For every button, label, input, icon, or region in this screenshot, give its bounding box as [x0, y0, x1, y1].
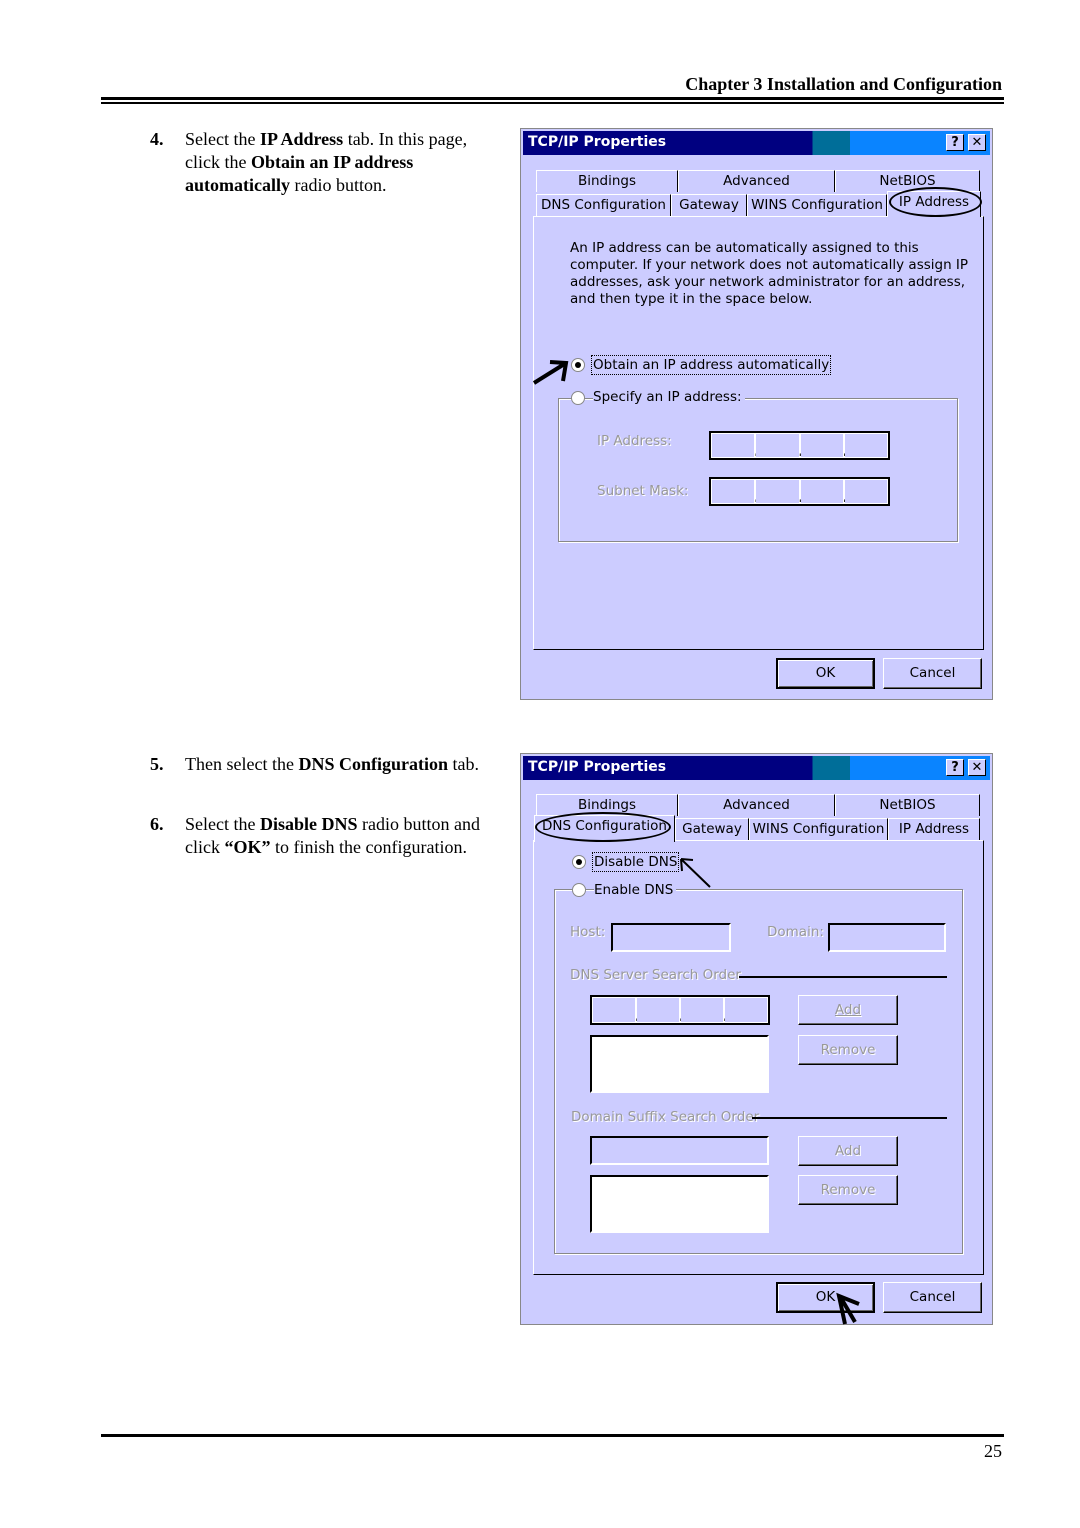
tab-bindings[interactable]: Bindings: [536, 170, 678, 192]
tcpip-dialog-ip: TCP/IP Properties ? ✕ Bindings Advanced …: [520, 128, 993, 700]
title-bar[interactable]: TCP/IP Properties ? ✕: [523, 131, 990, 155]
tab-gateway[interactable]: Gateway: [675, 818, 749, 840]
step-text: radio button.: [290, 175, 387, 195]
dns-add-button[interactable]: Add: [798, 995, 898, 1025]
dialog-title: TCP/IP Properties: [528, 759, 667, 775]
footer-rule: [101, 1434, 1004, 1437]
ip-address-input[interactable]: [709, 431, 890, 460]
domain-suffix-list[interactable]: [590, 1175, 769, 1233]
radio-obtain-ip-label[interactable]: Obtain an IP address automatically: [590, 355, 832, 375]
domain-input[interactable]: [828, 923, 946, 952]
help-icon[interactable]: ?: [946, 134, 964, 151]
suffix-add-button[interactable]: Add: [798, 1136, 898, 1166]
divider: [739, 976, 947, 978]
highlight-circle: [535, 812, 671, 842]
title-bar[interactable]: TCP/IP Properties ? ✕: [523, 756, 990, 780]
subnet-mask-label: Subnet Mask:: [597, 483, 689, 499]
header-rule-thin: [101, 102, 1004, 104]
radio-specify-ip[interactable]: [571, 391, 585, 405]
page-number: 25: [984, 1441, 1002, 1461]
step-text: to finish the configuration.: [270, 837, 467, 857]
step-4: 4. Select the IP Address tab. In this pa…: [150, 128, 495, 197]
arrow-annotation-icon: [680, 858, 711, 888]
cancel-button[interactable]: Cancel: [883, 1282, 982, 1313]
host-label: Host:: [570, 924, 606, 940]
tab-netbios[interactable]: NetBIOS: [835, 794, 980, 816]
step-emphasis: DNS Configuration: [298, 754, 448, 774]
cancel-button[interactable]: Cancel: [883, 658, 982, 689]
tab-dns-configuration[interactable]: DNS Configuration: [536, 194, 671, 216]
step-text: Select the: [185, 814, 260, 834]
radio-enable-dns[interactable]: [572, 883, 586, 897]
tab-panel: An IP address can be automatically assig…: [532, 216, 984, 650]
step-number: 4.: [150, 129, 164, 149]
tab-wins-configuration[interactable]: WINS Configuration: [747, 194, 887, 216]
tcpip-dialog-dns: TCP/IP Properties ? ✕ Bindings Advanced …: [520, 753, 993, 1325]
tab-panel: Disable DNS Host: Domain: DNS Server Sea…: [533, 840, 984, 1275]
specify-ip-group: IP Address: Subnet Mask:: [558, 398, 958, 542]
radio-obtain-ip[interactable]: [571, 358, 585, 372]
step-emphasis: IP Address: [259, 129, 344, 149]
add-label: Add: [834, 1002, 862, 1018]
close-icon[interactable]: ✕: [968, 759, 986, 776]
tab-advanced[interactable]: Advanced: [678, 794, 835, 816]
step-6: 6. Select the Disable DNS radio button a…: [150, 813, 495, 859]
close-icon[interactable]: ✕: [968, 134, 986, 151]
radio-specify-ip-label[interactable]: Specify an IP address:: [593, 389, 745, 405]
arrow-annotation-icon: [532, 360, 569, 385]
dialog-title: TCP/IP Properties: [528, 134, 667, 150]
subnet-mask-input[interactable]: [709, 477, 890, 506]
ip-address-label: IP Address:: [597, 433, 672, 449]
radio-disable-dns[interactable]: [572, 855, 586, 869]
step-number: 6.: [150, 814, 164, 834]
divider: [752, 1117, 947, 1119]
domain-suffix-input[interactable]: [590, 1136, 769, 1165]
tab-wins-configuration[interactable]: WINS Configuration: [749, 818, 888, 840]
radio-enable-dns-label[interactable]: Enable DNS: [594, 882, 677, 898]
radio-disable-dns-label[interactable]: Disable DNS: [591, 852, 680, 872]
step-text: Then select the: [185, 754, 299, 774]
domain-suffix-order-label: Domain Suffix Search Order: [571, 1109, 760, 1125]
tab-advanced[interactable]: Advanced: [678, 170, 835, 192]
step-number: 5.: [150, 754, 164, 774]
host-input[interactable]: [611, 923, 731, 952]
description-text: An IP address can be automatically assig…: [570, 240, 969, 307]
help-icon[interactable]: ?: [946, 759, 964, 776]
tab-gateway[interactable]: Gateway: [671, 194, 747, 216]
tab-ip-address[interactable]: IP Address: [888, 818, 980, 840]
ok-button[interactable]: OK: [776, 658, 875, 689]
step-5: 5. Then select the DNS Configuration tab…: [150, 753, 495, 776]
enable-dns-group: Host: Domain: DNS Server Search Order Ad…: [554, 889, 963, 1254]
domain-label: Domain:: [767, 924, 824, 940]
header-rule: [101, 97, 1004, 100]
chapter-title: Chapter 3 Installation and Configuration: [685, 74, 1002, 94]
step-text: Select the: [185, 129, 260, 149]
dns-server-order-label: DNS Server Search Order: [570, 967, 741, 983]
suffix-remove-button[interactable]: Remove: [798, 1175, 898, 1205]
dns-remove-button[interactable]: Remove: [798, 1035, 898, 1065]
dns-server-input[interactable]: [590, 995, 770, 1025]
step-emphasis: Disable DNS: [259, 814, 358, 834]
step-text: tab.: [447, 754, 479, 774]
dns-server-list[interactable]: [590, 1035, 769, 1093]
highlight-circle: [889, 187, 982, 217]
step-emphasis: “OK”: [224, 837, 271, 857]
cursor-arrow-annotation-icon: [836, 1292, 860, 1325]
